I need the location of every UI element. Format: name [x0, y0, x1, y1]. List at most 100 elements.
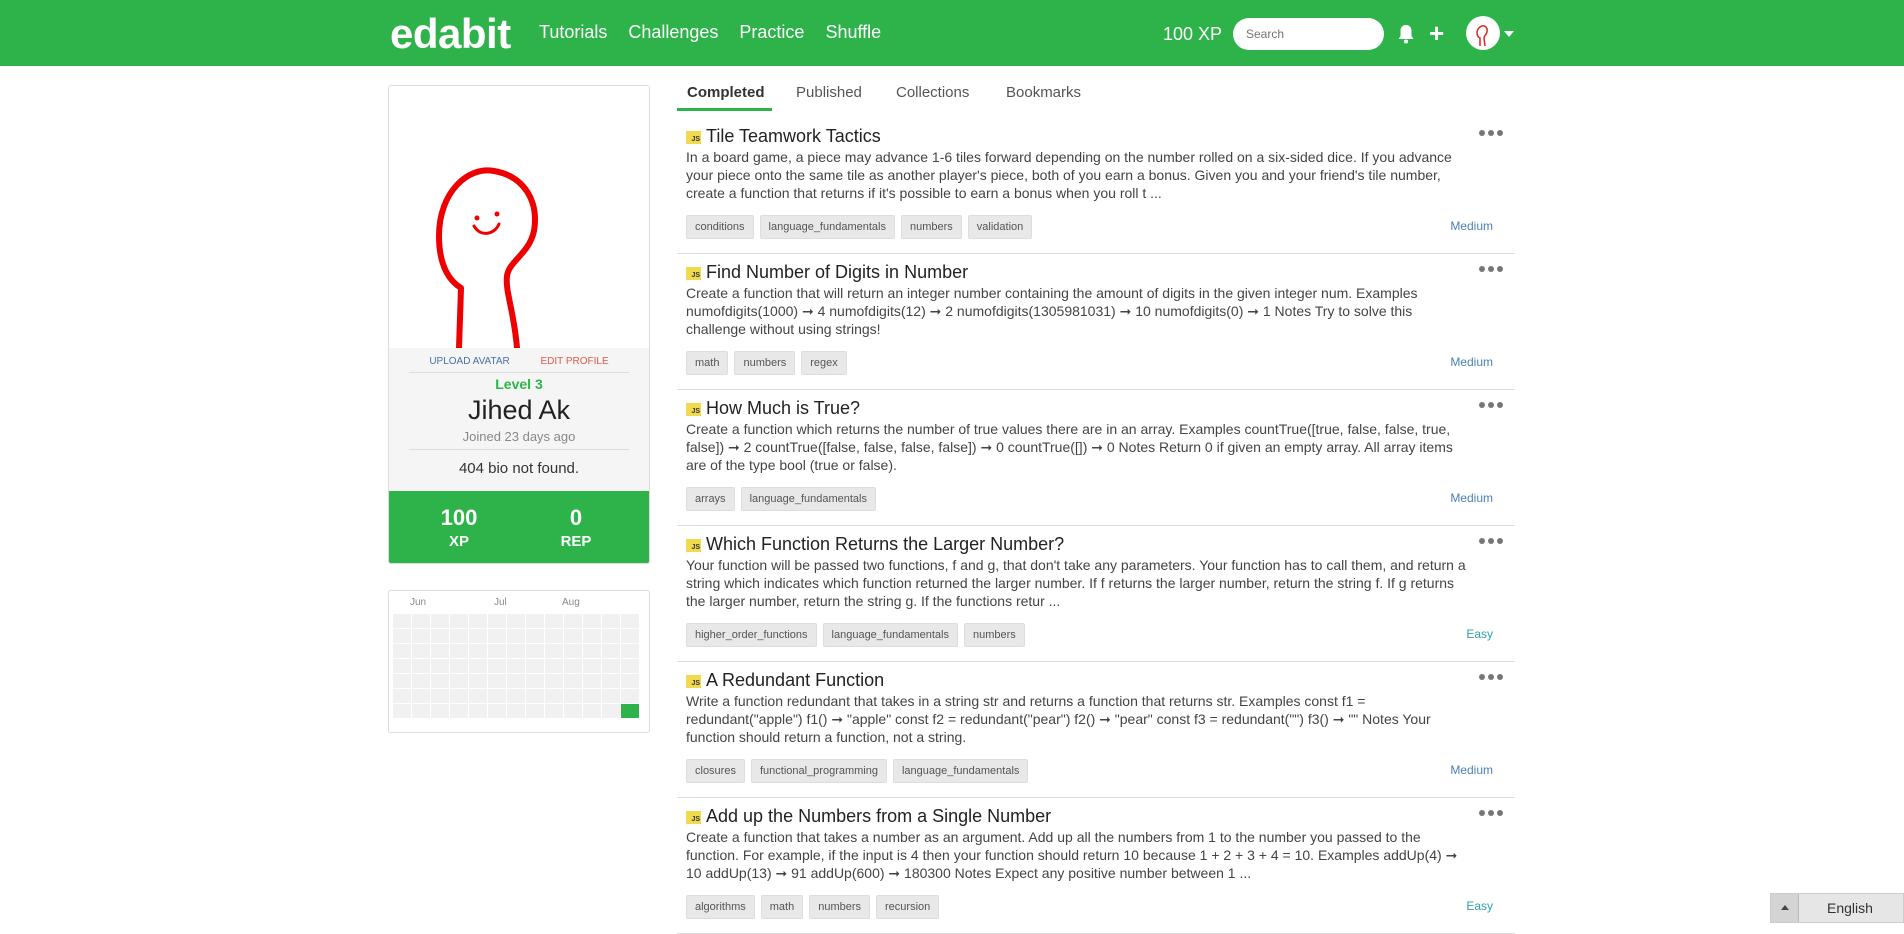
challenge-header: JS Tile Teamwork Tactics	[686, 126, 881, 147]
bell-icon[interactable]	[1397, 24, 1415, 44]
user-level: Level 3	[495, 376, 543, 392]
profile-card: UPLOAD AVATAR EDIT PROFILE Level 3 Jihed…	[388, 85, 650, 564]
difficulty-badge: Easy	[1466, 627, 1493, 641]
logo[interactable]: edabit	[390, 10, 511, 58]
activity-cell	[393, 629, 411, 643]
challenge-title[interactable]: Add up the Numbers from a Single Number	[706, 806, 1051, 827]
nav-shuffle[interactable]: Shuffle	[825, 22, 881, 43]
activity-cell	[602, 674, 620, 688]
activity-cell	[431, 659, 449, 673]
activity-cell	[412, 689, 430, 703]
activity-cell	[526, 674, 544, 688]
tag[interactable]: language_fundamentals	[822, 623, 958, 647]
profile-avatar	[389, 86, 649, 351]
plus-icon[interactable]: +	[1429, 20, 1444, 46]
chevron-up-icon[interactable]	[1771, 894, 1799, 922]
activity-cell	[431, 614, 449, 628]
activity-cell	[602, 659, 620, 673]
activity-cell	[450, 644, 468, 658]
more-options-icon[interactable]	[1479, 402, 1503, 408]
tag[interactable]: numbers	[963, 623, 1025, 647]
challenge-item[interactable]: JS How Much is True? Create a function w…	[677, 390, 1515, 526]
more-options-icon[interactable]	[1479, 810, 1503, 816]
tag[interactable]: validation	[967, 215, 1033, 239]
challenge-title[interactable]: Find Number of Digits in Number	[706, 262, 968, 283]
activity-cell	[564, 689, 582, 703]
activity-cell	[507, 644, 525, 658]
tab-completed[interactable]: Completed	[687, 84, 765, 101]
activity-cell	[450, 629, 468, 643]
more-options-icon[interactable]	[1479, 266, 1503, 272]
tag[interactable]: numbers	[900, 215, 962, 239]
tag[interactable]: arrays	[686, 487, 735, 511]
more-options-icon[interactable]	[1479, 538, 1503, 544]
rep-stat: 0 REP	[526, 505, 626, 550]
tab-collections[interactable]: Collections	[896, 84, 969, 101]
activity-cell	[564, 659, 582, 673]
activity-cell	[583, 644, 601, 658]
more-options-icon[interactable]	[1479, 674, 1503, 680]
tag[interactable]: language_fundamentals	[892, 759, 1029, 783]
tag[interactable]: regex	[801, 351, 847, 375]
tag[interactable]: numbers	[809, 895, 871, 919]
activity-cell	[583, 614, 601, 628]
challenge-item[interactable]: JS Add up the Numbers from a Single Numb…	[677, 798, 1515, 934]
activity-cell	[488, 644, 506, 658]
tab-published[interactable]: Published	[796, 84, 862, 101]
chevron-down-icon[interactable]	[1504, 31, 1514, 37]
tag[interactable]: language_fundamentals	[759, 215, 895, 239]
activity-cell	[602, 614, 620, 628]
language-selector[interactable]: English	[1770, 893, 1904, 923]
challenge-item[interactable]: JS Which Function Returns the Larger Num…	[677, 526, 1515, 662]
rep-label: REP	[560, 533, 592, 550]
activity-cell	[393, 614, 411, 628]
activity-cell	[488, 614, 506, 628]
activity-cell	[526, 629, 544, 643]
activity-cell	[469, 629, 487, 643]
tag[interactable]: language_fundamentals	[740, 487, 876, 511]
activity-cell	[393, 644, 411, 658]
tag[interactable]: recursion	[876, 895, 940, 919]
activity-cell	[545, 629, 563, 643]
challenge-item[interactable]: JS A Redundant Function Write a function…	[677, 662, 1515, 798]
challenge-item[interactable]: JS Find Number of Digits in Number Creat…	[677, 254, 1515, 390]
tag[interactable]: math	[686, 351, 729, 375]
rep-value: 0	[569, 505, 583, 530]
tag[interactable]: conditions	[686, 215, 754, 239]
tag[interactable]: functional_programming	[750, 759, 887, 783]
activity-cell	[621, 659, 639, 673]
nav-practice[interactable]: Practice	[739, 22, 804, 43]
activity-cell	[621, 674, 639, 688]
challenge-title[interactable]: Which Function Returns the Larger Number…	[706, 534, 1064, 555]
activity-cell	[545, 704, 563, 718]
activity-cell	[545, 644, 563, 658]
edit-profile-link[interactable]: EDIT PROFILE	[541, 356, 609, 367]
tag[interactable]: math	[760, 895, 804, 919]
tag[interactable]: higher_order_functions	[686, 623, 817, 647]
challenge-title[interactable]: How Much is True?	[706, 398, 860, 419]
activity-cell	[450, 689, 468, 703]
nav-challenges[interactable]: Challenges	[628, 22, 718, 43]
upload-avatar-link[interactable]: UPLOAD AVATAR	[429, 356, 509, 367]
user-avatar[interactable]	[1466, 16, 1500, 50]
tag[interactable]: algorithms	[686, 895, 755, 919]
tag[interactable]: closures	[686, 759, 745, 783]
month-label: Jul	[494, 597, 507, 608]
challenge-item[interactable]: JS Tile Teamwork Tactics In a board game…	[677, 118, 1515, 254]
challenge-tags: conditions language_fundamentals numbers va…	[686, 215, 1033, 239]
challenge-tags: higher_order_functions language_fundament…	[686, 623, 1025, 647]
nav-tutorials[interactable]: Tutorials	[539, 22, 607, 43]
activity-cell	[507, 689, 525, 703]
challenge-description: Write a function redundant that takes in…	[686, 693, 1431, 745]
main-nav: Tutorials Challenges Practice Shuffle	[539, 22, 881, 43]
more-options-icon[interactable]	[1479, 130, 1503, 136]
activity-cell	[469, 689, 487, 703]
tab-bookmarks[interactable]: Bookmarks	[1006, 84, 1081, 101]
challenge-title[interactable]: A Redundant Function	[706, 670, 884, 691]
challenge-title[interactable]: Tile Teamwork Tactics	[706, 126, 881, 147]
activity-cell	[583, 659, 601, 673]
activity-cell	[488, 704, 506, 718]
search-input[interactable]	[1233, 18, 1384, 50]
tag[interactable]: numbers	[734, 351, 796, 375]
activity-cell	[545, 674, 563, 688]
